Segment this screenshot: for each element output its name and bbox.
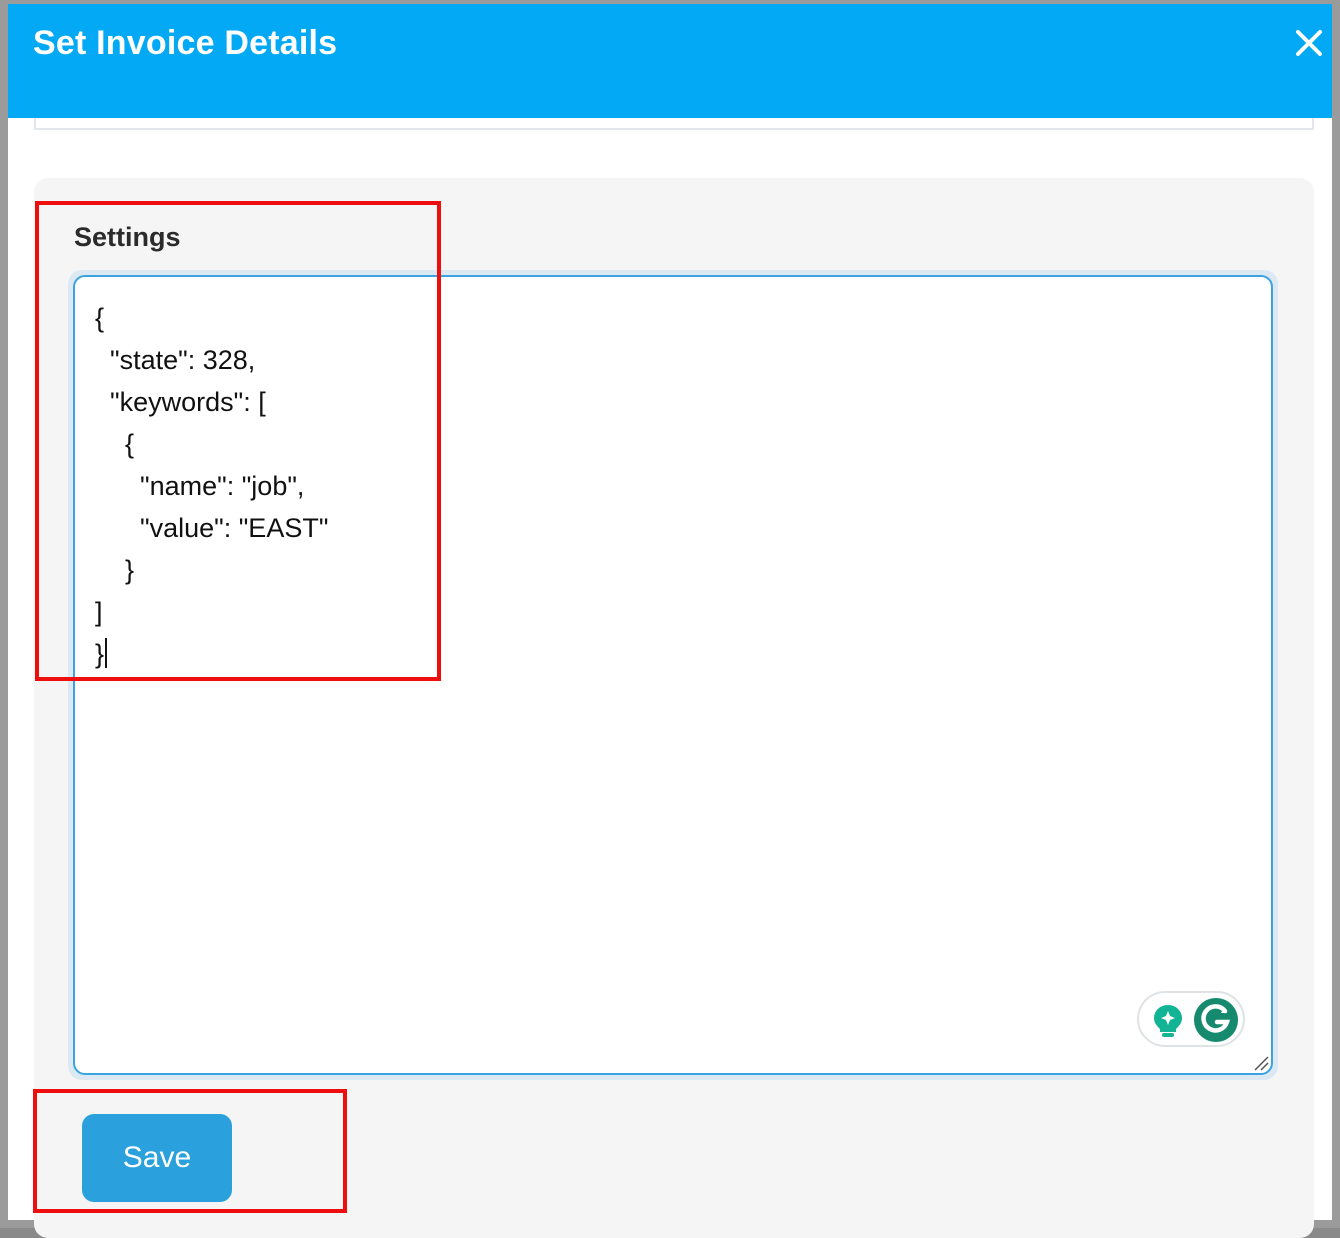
grammarly-icon[interactable]	[1193, 997, 1239, 1043]
close-icon	[1296, 30, 1322, 56]
settings-textarea-wrapper: { "state": 328, "keywords": [ { "name": …	[68, 270, 1278, 1080]
text-caret	[105, 638, 108, 668]
previous-field	[34, 118, 1314, 130]
settings-json-text: { "state": 328, "keywords": [ { "name": …	[95, 303, 329, 669]
dialog-header: Set Invoice Details	[8, 4, 1332, 118]
dialog: Set Invoice Details Settings { "state": …	[0, 0, 1340, 1238]
close-button[interactable]	[1292, 26, 1332, 66]
save-button[interactable]: Save	[82, 1114, 232, 1202]
grammarly-widget[interactable]	[1137, 991, 1245, 1047]
dialog-title: Set Invoice Details	[33, 24, 338, 62]
settings-label: Settings	[74, 222, 181, 252]
lightbulb-icon[interactable]	[1151, 1003, 1185, 1039]
settings-textarea[interactable]: { "state": 328, "keywords": [ { "name": …	[73, 275, 1273, 1075]
resize-handle-icon[interactable]	[1253, 1055, 1269, 1071]
settings-panel: Settings { "state": 328, "keywords": [ {…	[34, 178, 1314, 1238]
